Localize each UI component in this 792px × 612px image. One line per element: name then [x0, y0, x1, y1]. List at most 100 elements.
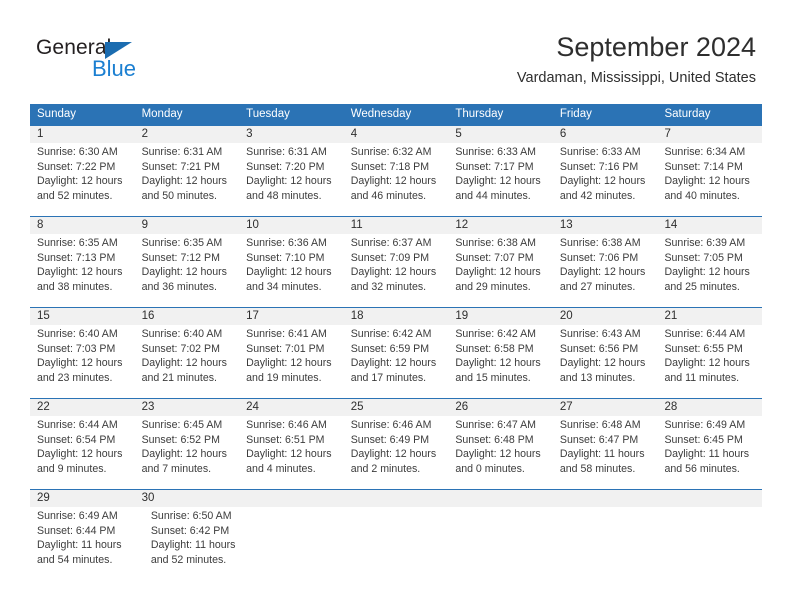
- daylight-text-line1: Daylight: 12 hours: [37, 448, 123, 461]
- day-number[interactable]: 4: [344, 126, 449, 143]
- day-cell[interactable]: Sunrise: 6:40 AM Sunset: 7:03 PM Dayligh…: [30, 325, 135, 398]
- sunset-text: Sunset: 6:54 PM: [37, 433, 116, 446]
- day-number[interactable]: 1: [30, 126, 135, 143]
- sunset-text: Sunset: 7:10 PM: [246, 251, 325, 264]
- day-number[interactable]: 28: [657, 399, 762, 416]
- day-cell[interactable]: Sunrise: 6:33 AM Sunset: 7:16 PM Dayligh…: [553, 143, 658, 216]
- day-cell[interactable]: Sunrise: 6:40 AM Sunset: 7:02 PM Dayligh…: [135, 325, 240, 398]
- day-detail-band: Sunrise: 6:40 AM Sunset: 7:03 PM Dayligh…: [30, 325, 762, 398]
- day-number[interactable]: 2: [135, 126, 240, 143]
- day-number[interactable]: 23: [135, 399, 240, 416]
- daylight-text-line1: Daylight: 11 hours: [37, 539, 122, 552]
- day-number[interactable]: 25: [344, 399, 449, 416]
- day-cell[interactable]: Sunrise: 6:38 AM Sunset: 7:06 PM Dayligh…: [553, 234, 658, 307]
- day-cell-empty: [359, 507, 460, 580]
- daylight-text-line1: Daylight: 12 hours: [350, 357, 437, 370]
- daylight-text-line2: and 7 minutes.: [141, 462, 212, 475]
- day-number[interactable]: 27: [553, 399, 658, 416]
- day-number[interactable]: 15: [30, 308, 135, 325]
- sunset-text: Sunset: 7:09 PM: [350, 251, 430, 264]
- day-number[interactable]: 14: [657, 217, 762, 234]
- day-cell[interactable]: Sunrise: 6:30 AM Sunset: 7:22 PM Dayligh…: [30, 143, 135, 216]
- daylight-text-line2: and 19 minutes.: [246, 371, 322, 384]
- day-cell[interactable]: Sunrise: 6:50 AM Sunset: 6:42 PM Dayligh…: [144, 507, 258, 580]
- day-number[interactable]: 20: [553, 308, 658, 325]
- day-cell[interactable]: Sunrise: 6:31 AM Sunset: 7:21 PM Dayligh…: [135, 143, 240, 216]
- daylight-text-line1: Daylight: 12 hours: [141, 448, 227, 461]
- day-cell[interactable]: Sunrise: 6:31 AM Sunset: 7:20 PM Dayligh…: [239, 143, 344, 216]
- day-number[interactable]: 16: [135, 308, 240, 325]
- day-number[interactable]: 6: [553, 126, 658, 143]
- sunset-text: Sunset: 6:55 PM: [664, 342, 743, 355]
- day-cell[interactable]: Sunrise: 6:34 AM Sunset: 7:14 PM Dayligh…: [657, 143, 762, 216]
- day-cell[interactable]: Sunrise: 6:36 AM Sunset: 7:10 PM Dayligh…: [239, 234, 344, 307]
- weekday-header-tuesday: Tuesday: [246, 108, 290, 120]
- day-cell[interactable]: Sunrise: 6:49 AM Sunset: 6:44 PM Dayligh…: [30, 507, 144, 580]
- sunrise-text: Sunrise: 6:42 AM: [455, 328, 536, 340]
- day-number[interactable]: 11: [344, 217, 449, 234]
- sunrise-text: Sunrise: 6:39 AM: [664, 237, 746, 249]
- day-number[interactable]: 26: [448, 399, 553, 416]
- sunrise-text: Sunrise: 6:40 AM: [141, 328, 223, 340]
- day-number[interactable]: 9: [135, 217, 240, 234]
- day-cell[interactable]: Sunrise: 6:41 AM Sunset: 7:01 PM Dayligh…: [239, 325, 344, 398]
- day-cell[interactable]: Sunrise: 6:49 AM Sunset: 6:45 PM Dayligh…: [657, 416, 762, 489]
- daylight-text-line2: and 40 minutes.: [664, 189, 740, 202]
- day-number[interactable]: 24: [239, 399, 344, 416]
- general-blue-logo[interactable]: General Blue: [36, 36, 166, 84]
- day-number-band: 29 30: [30, 490, 762, 507]
- day-cell[interactable]: Sunrise: 6:47 AM Sunset: 6:48 PM Dayligh…: [448, 416, 553, 489]
- day-cell[interactable]: Sunrise: 6:43 AM Sunset: 6:56 PM Dayligh…: [553, 325, 658, 398]
- day-cell[interactable]: Sunrise: 6:46 AM Sunset: 6:51 PM Dayligh…: [239, 416, 344, 489]
- day-cell[interactable]: Sunrise: 6:42 AM Sunset: 6:59 PM Dayligh…: [344, 325, 449, 398]
- day-number[interactable]: 8: [30, 217, 135, 234]
- day-cell[interactable]: Sunrise: 6:44 AM Sunset: 6:54 PM Dayligh…: [30, 416, 135, 489]
- day-number-band: 1 2 3 4 5 6 7: [30, 126, 762, 143]
- day-cell[interactable]: Sunrise: 6:48 AM Sunset: 6:47 PM Dayligh…: [553, 416, 658, 489]
- day-cell-empty: [657, 490, 762, 507]
- day-cell[interactable]: Sunrise: 6:33 AM Sunset: 7:17 PM Dayligh…: [448, 143, 553, 216]
- day-cell-empty: [553, 490, 658, 507]
- day-cell[interactable]: Sunrise: 6:42 AM Sunset: 6:58 PM Dayligh…: [448, 325, 553, 398]
- day-number[interactable]: 13: [553, 217, 658, 234]
- sunset-text: Sunset: 7:22 PM: [37, 160, 116, 173]
- day-cell[interactable]: Sunrise: 6:45 AM Sunset: 6:52 PM Dayligh…: [135, 416, 240, 489]
- day-number[interactable]: 12: [448, 217, 553, 234]
- day-cell[interactable]: Sunrise: 6:35 AM Sunset: 7:12 PM Dayligh…: [135, 234, 240, 307]
- day-number[interactable]: 29: [30, 490, 135, 507]
- logo-text-blue: Blue: [92, 56, 137, 81]
- day-cell[interactable]: Sunrise: 6:46 AM Sunset: 6:49 PM Dayligh…: [344, 416, 449, 489]
- sunset-text: Sunset: 7:18 PM: [350, 160, 430, 173]
- day-number[interactable]: 21: [657, 308, 762, 325]
- day-number[interactable]: 3: [239, 126, 344, 143]
- daylight-text-line2: and 42 minutes.: [559, 189, 636, 202]
- day-cell-empty: [459, 507, 560, 580]
- day-number[interactable]: 18: [344, 308, 449, 325]
- day-detail-band: Sunrise: 6:49 AM Sunset: 6:44 PM Dayligh…: [30, 507, 762, 580]
- daylight-text-line2: and 29 minutes.: [455, 280, 531, 293]
- day-cell[interactable]: Sunrise: 6:37 AM Sunset: 7:09 PM Dayligh…: [344, 234, 449, 307]
- daylight-text-line1: Daylight: 12 hours: [559, 266, 646, 279]
- week-row: 29 30 Sunrise: 6:49 AM Sunset: 6:44 PM D…: [30, 489, 762, 580]
- day-number[interactable]: 5: [448, 126, 553, 143]
- day-cell[interactable]: Sunrise: 6:38 AM Sunset: 7:07 PM Dayligh…: [448, 234, 553, 307]
- day-cell[interactable]: Sunrise: 6:35 AM Sunset: 7:13 PM Dayligh…: [30, 234, 135, 307]
- daylight-text-line1: Daylight: 11 hours: [150, 539, 236, 552]
- day-number[interactable]: 30: [135, 490, 240, 507]
- day-number[interactable]: 22: [30, 399, 135, 416]
- day-number[interactable]: 10: [239, 217, 344, 234]
- day-number[interactable]: 17: [239, 308, 344, 325]
- sunrise-text: Sunrise: 6:38 AM: [455, 237, 536, 249]
- day-cell-empty: [661, 507, 762, 580]
- day-number[interactable]: 19: [448, 308, 553, 325]
- sunset-text: Sunset: 7:14 PM: [664, 160, 743, 173]
- daylight-text-line2: and 34 minutes.: [246, 280, 322, 293]
- day-cell[interactable]: Sunrise: 6:32 AM Sunset: 7:18 PM Dayligh…: [344, 143, 449, 216]
- day-number[interactable]: 7: [657, 126, 762, 143]
- day-cell[interactable]: Sunrise: 6:44 AM Sunset: 6:55 PM Dayligh…: [657, 325, 762, 398]
- daylight-text-line1: Daylight: 12 hours: [246, 175, 332, 188]
- sunrise-text: Sunrise: 6:40 AM: [37, 328, 118, 340]
- daylight-text-line1: Daylight: 12 hours: [455, 175, 541, 188]
- daylight-text-line1: Daylight: 12 hours: [141, 175, 227, 188]
- day-cell[interactable]: Sunrise: 6:39 AM Sunset: 7:05 PM Dayligh…: [657, 234, 762, 307]
